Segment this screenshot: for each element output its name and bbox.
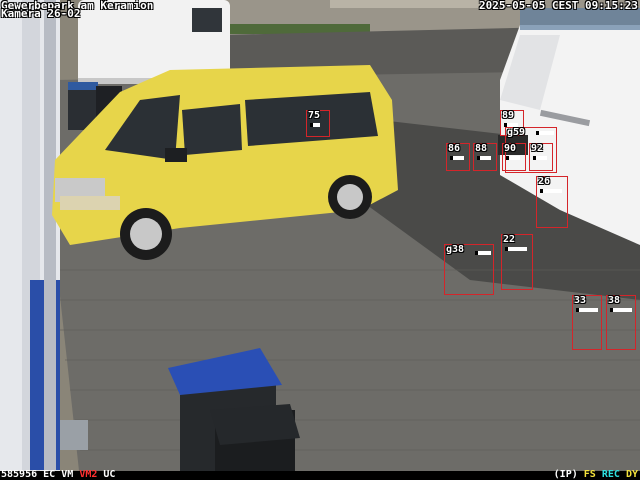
- detection-label: 88: [475, 143, 488, 154]
- detection-bar: [533, 156, 547, 160]
- timestamp-overlay: 2025-05-05 CEST 09:15:23: [479, 0, 638, 12]
- camera-frame: Gewerbepark am Keramion Kamera 26-02 202…: [0, 0, 640, 480]
- detection-bar: [506, 156, 520, 160]
- detection-bar: [477, 156, 491, 160]
- detection-bar: [536, 131, 554, 135]
- detection-box[interactable]: 33: [572, 295, 602, 350]
- flag-rec: REC: [601, 469, 620, 480]
- detection-label: 38: [608, 295, 621, 306]
- detection-label: 26: [538, 176, 551, 187]
- detection-label: 92: [531, 143, 544, 154]
- detection-label: g59: [507, 127, 526, 138]
- detection-box[interactable]: g38: [444, 244, 494, 295]
- detection-box[interactable]: 90: [502, 143, 526, 171]
- camera-scene: [0, 0, 640, 480]
- flag-uc: UC: [103, 469, 116, 480]
- detection-label: 86: [448, 143, 461, 154]
- flag-ip: (IP): [553, 469, 578, 480]
- flag-vm: VM: [61, 469, 74, 480]
- detection-bar: [450, 156, 464, 160]
- drain-pipe: [44, 0, 56, 470]
- flag-vm2: VM2: [79, 469, 98, 480]
- detection-box[interactable]: 22: [501, 234, 533, 290]
- flag-fs: FS: [583, 469, 596, 480]
- detection-label: 90: [504, 143, 517, 154]
- detection-box[interactable]: 75: [306, 110, 330, 137]
- detection-box[interactable]: 86: [446, 143, 470, 171]
- frame-counter: 585956: [1, 469, 38, 480]
- detection-bar: [576, 308, 598, 312]
- detection-box[interactable]: 92: [529, 143, 553, 171]
- detection-bar: [505, 247, 527, 251]
- detection-bar: [475, 251, 491, 255]
- detection-bar: [540, 189, 562, 193]
- flag-dy: DY: [625, 469, 638, 480]
- flag-ec: EC: [43, 469, 56, 480]
- detection-label: 89: [502, 110, 515, 121]
- detection-label: 75: [308, 110, 321, 121]
- status-bar: 585956 EC VM VM2 UC (IP) FS REC DY: [0, 470, 640, 480]
- detection-box[interactable]: 88: [473, 143, 497, 171]
- detection-box[interactable]: 38: [606, 295, 636, 350]
- detection-bar: [610, 308, 632, 312]
- status-left: 585956 EC VM VM2 UC: [1, 470, 115, 480]
- detection-bar: [310, 123, 320, 127]
- detection-label: g38: [446, 244, 465, 255]
- detection-label: 22: [503, 234, 516, 245]
- detection-label: 33: [574, 295, 587, 306]
- status-right: (IP) FS REC DY: [554, 470, 638, 480]
- camera-overlay: Kamera 26-02: [1, 7, 81, 20]
- detection-box[interactable]: 26: [536, 176, 568, 228]
